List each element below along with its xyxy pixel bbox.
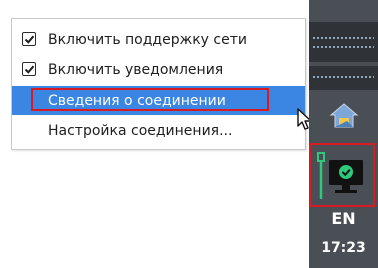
tray-pattern [313,37,374,39]
house-network-icon[interactable] [329,102,359,130]
menu-item-label: Включить уведомления [48,61,224,78]
menu-item-edit-connections[interactable]: Настройка соединения... [12,116,305,145]
tray-applet[interactable] [309,66,378,90]
menu-item-label: Сведения о соединении [48,92,226,109]
network-context-menu: Включить поддержку сети Включить уведомл… [11,18,306,150]
menu-item-label: Включить поддержку сети [48,31,247,48]
tray-pattern [313,46,374,48]
taskbar: EN 17:23 [309,0,378,268]
checkbox-checked-icon[interactable] [22,62,36,76]
network-connected-icon [317,152,363,199]
tray-applet[interactable] [309,22,378,62]
menu-item-label: Настройка соединения... [48,122,233,139]
menu-item-enable-notifications[interactable]: Включить уведомления [12,55,305,84]
clock[interactable]: 17:23 [309,240,378,256]
keyboard-layout-indicator[interactable]: EN [309,209,378,228]
network-status-button[interactable] [309,143,375,207]
menu-item-connection-information[interactable]: Сведения о соединении [12,86,305,115]
tray-pattern [313,76,374,78]
checkbox-checked-icon[interactable] [22,32,36,46]
menu-item-enable-networking[interactable]: Включить поддержку сети [12,25,305,54]
